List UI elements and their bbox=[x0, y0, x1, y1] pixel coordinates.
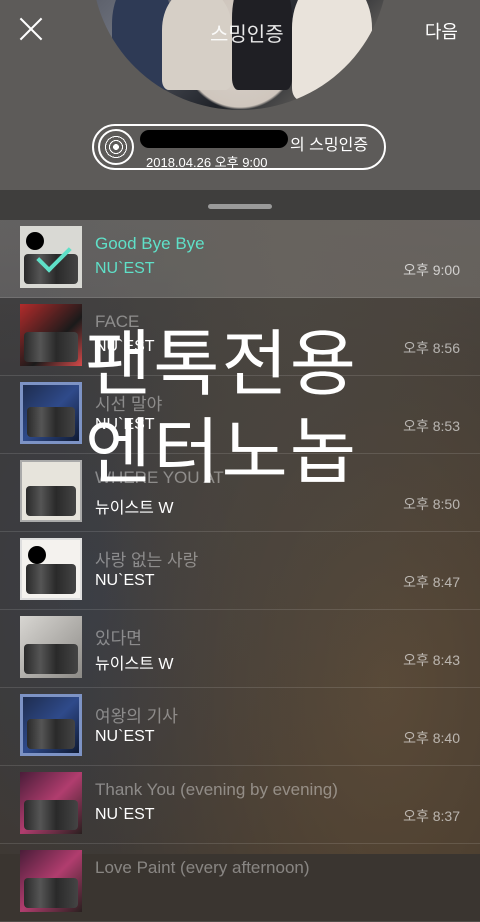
song-title: 시선 말야 bbox=[95, 395, 163, 414]
album-art-circle bbox=[92, 0, 388, 110]
close-icon[interactable] bbox=[18, 16, 44, 42]
list-item[interactable]: 여왕의 기사 NU`EST 오후 8:40 bbox=[0, 688, 480, 766]
list-item[interactable]: Love Paint (every afternoon) bbox=[0, 844, 480, 922]
song-time: 오후 8:53 bbox=[403, 418, 460, 434]
song-title: 있다면 bbox=[95, 629, 142, 648]
song-artist: NU`EST bbox=[95, 806, 155, 823]
song-time: 오후 8:40 bbox=[403, 730, 460, 746]
pill-title: 의 스밍인증 bbox=[290, 137, 369, 154]
song-title: Good Bye Bye bbox=[95, 234, 205, 253]
song-list: Good Bye Bye NU`EST 오후 9:00 FACE NU`EST … bbox=[0, 220, 480, 922]
album-thumbnail bbox=[20, 772, 82, 834]
album-title: 스밍인증 bbox=[210, 24, 284, 46]
album-thumbnail bbox=[20, 538, 82, 600]
album-thumbnail bbox=[20, 616, 82, 678]
redacted-scribble bbox=[140, 130, 288, 148]
list-item[interactable]: 있다면 뉴이스트 W 오후 8:43 bbox=[0, 610, 480, 688]
album-thumbnail bbox=[20, 226, 82, 288]
song-artist: NU`EST bbox=[95, 728, 155, 745]
song-artist: NU`EST bbox=[95, 260, 155, 277]
album-thumbnail bbox=[20, 850, 82, 912]
pill-date: 2018.04.26 오후 9:00 bbox=[146, 155, 268, 170]
song-time: 오후 8:56 bbox=[403, 340, 460, 356]
list-item[interactable]: WHERE YOU AT 뉴이스트 W 오후 8:50 bbox=[0, 454, 480, 532]
header-area: 스밍인증 다음 의 스밍인증 2018.04.26 오후 9:00 bbox=[0, 0, 480, 190]
drag-handle[interactable] bbox=[208, 204, 272, 209]
song-title: 여왕의 기사 bbox=[95, 707, 178, 726]
song-title: Thank You (evening by evening) bbox=[95, 780, 338, 799]
song-artist: NU`EST bbox=[95, 572, 155, 589]
list-item[interactable]: Good Bye Bye NU`EST 오후 9:00 bbox=[0, 220, 480, 298]
song-artist: 뉴이스트 W bbox=[95, 656, 174, 673]
list-item[interactable]: Thank You (evening by evening) NU`EST 오후… bbox=[0, 766, 480, 844]
album-thumbnail bbox=[20, 382, 82, 444]
list-item[interactable]: 시선 말야 NU`EST 오후 8:53 bbox=[0, 376, 480, 454]
song-time: 오후 9:00 bbox=[403, 262, 460, 278]
album-thumbnail bbox=[20, 694, 82, 756]
drag-handle-bar[interactable] bbox=[0, 190, 480, 220]
song-time: 오후 8:43 bbox=[403, 652, 460, 668]
song-time: 오후 8:47 bbox=[403, 574, 460, 590]
disc-icon bbox=[98, 129, 134, 165]
song-artist: 뉴이스트 W bbox=[95, 500, 174, 517]
song-time: 오후 8:37 bbox=[403, 808, 460, 824]
list-item[interactable]: 사랑 없는 사랑 NU`EST 오후 8:47 bbox=[0, 532, 480, 610]
song-title: Love Paint (every afternoon) bbox=[95, 858, 310, 877]
album-thumbnail bbox=[20, 304, 82, 366]
song-title: FACE bbox=[95, 312, 140, 331]
song-time: 오후 8:50 bbox=[403, 496, 460, 512]
list-item[interactable]: FACE NU`EST 오후 8:56 bbox=[0, 298, 480, 376]
song-title: 사랑 없는 사랑 bbox=[95, 551, 199, 570]
song-artist: NU`EST bbox=[95, 338, 155, 355]
now-playing-pill[interactable]: 의 스밍인증 2018.04.26 오후 9:00 bbox=[92, 124, 386, 170]
song-title: WHERE YOU AT bbox=[95, 468, 224, 487]
album-thumbnail bbox=[20, 460, 82, 522]
song-artist: NU`EST bbox=[95, 416, 155, 433]
next-button[interactable]: 다음 bbox=[425, 18, 458, 44]
